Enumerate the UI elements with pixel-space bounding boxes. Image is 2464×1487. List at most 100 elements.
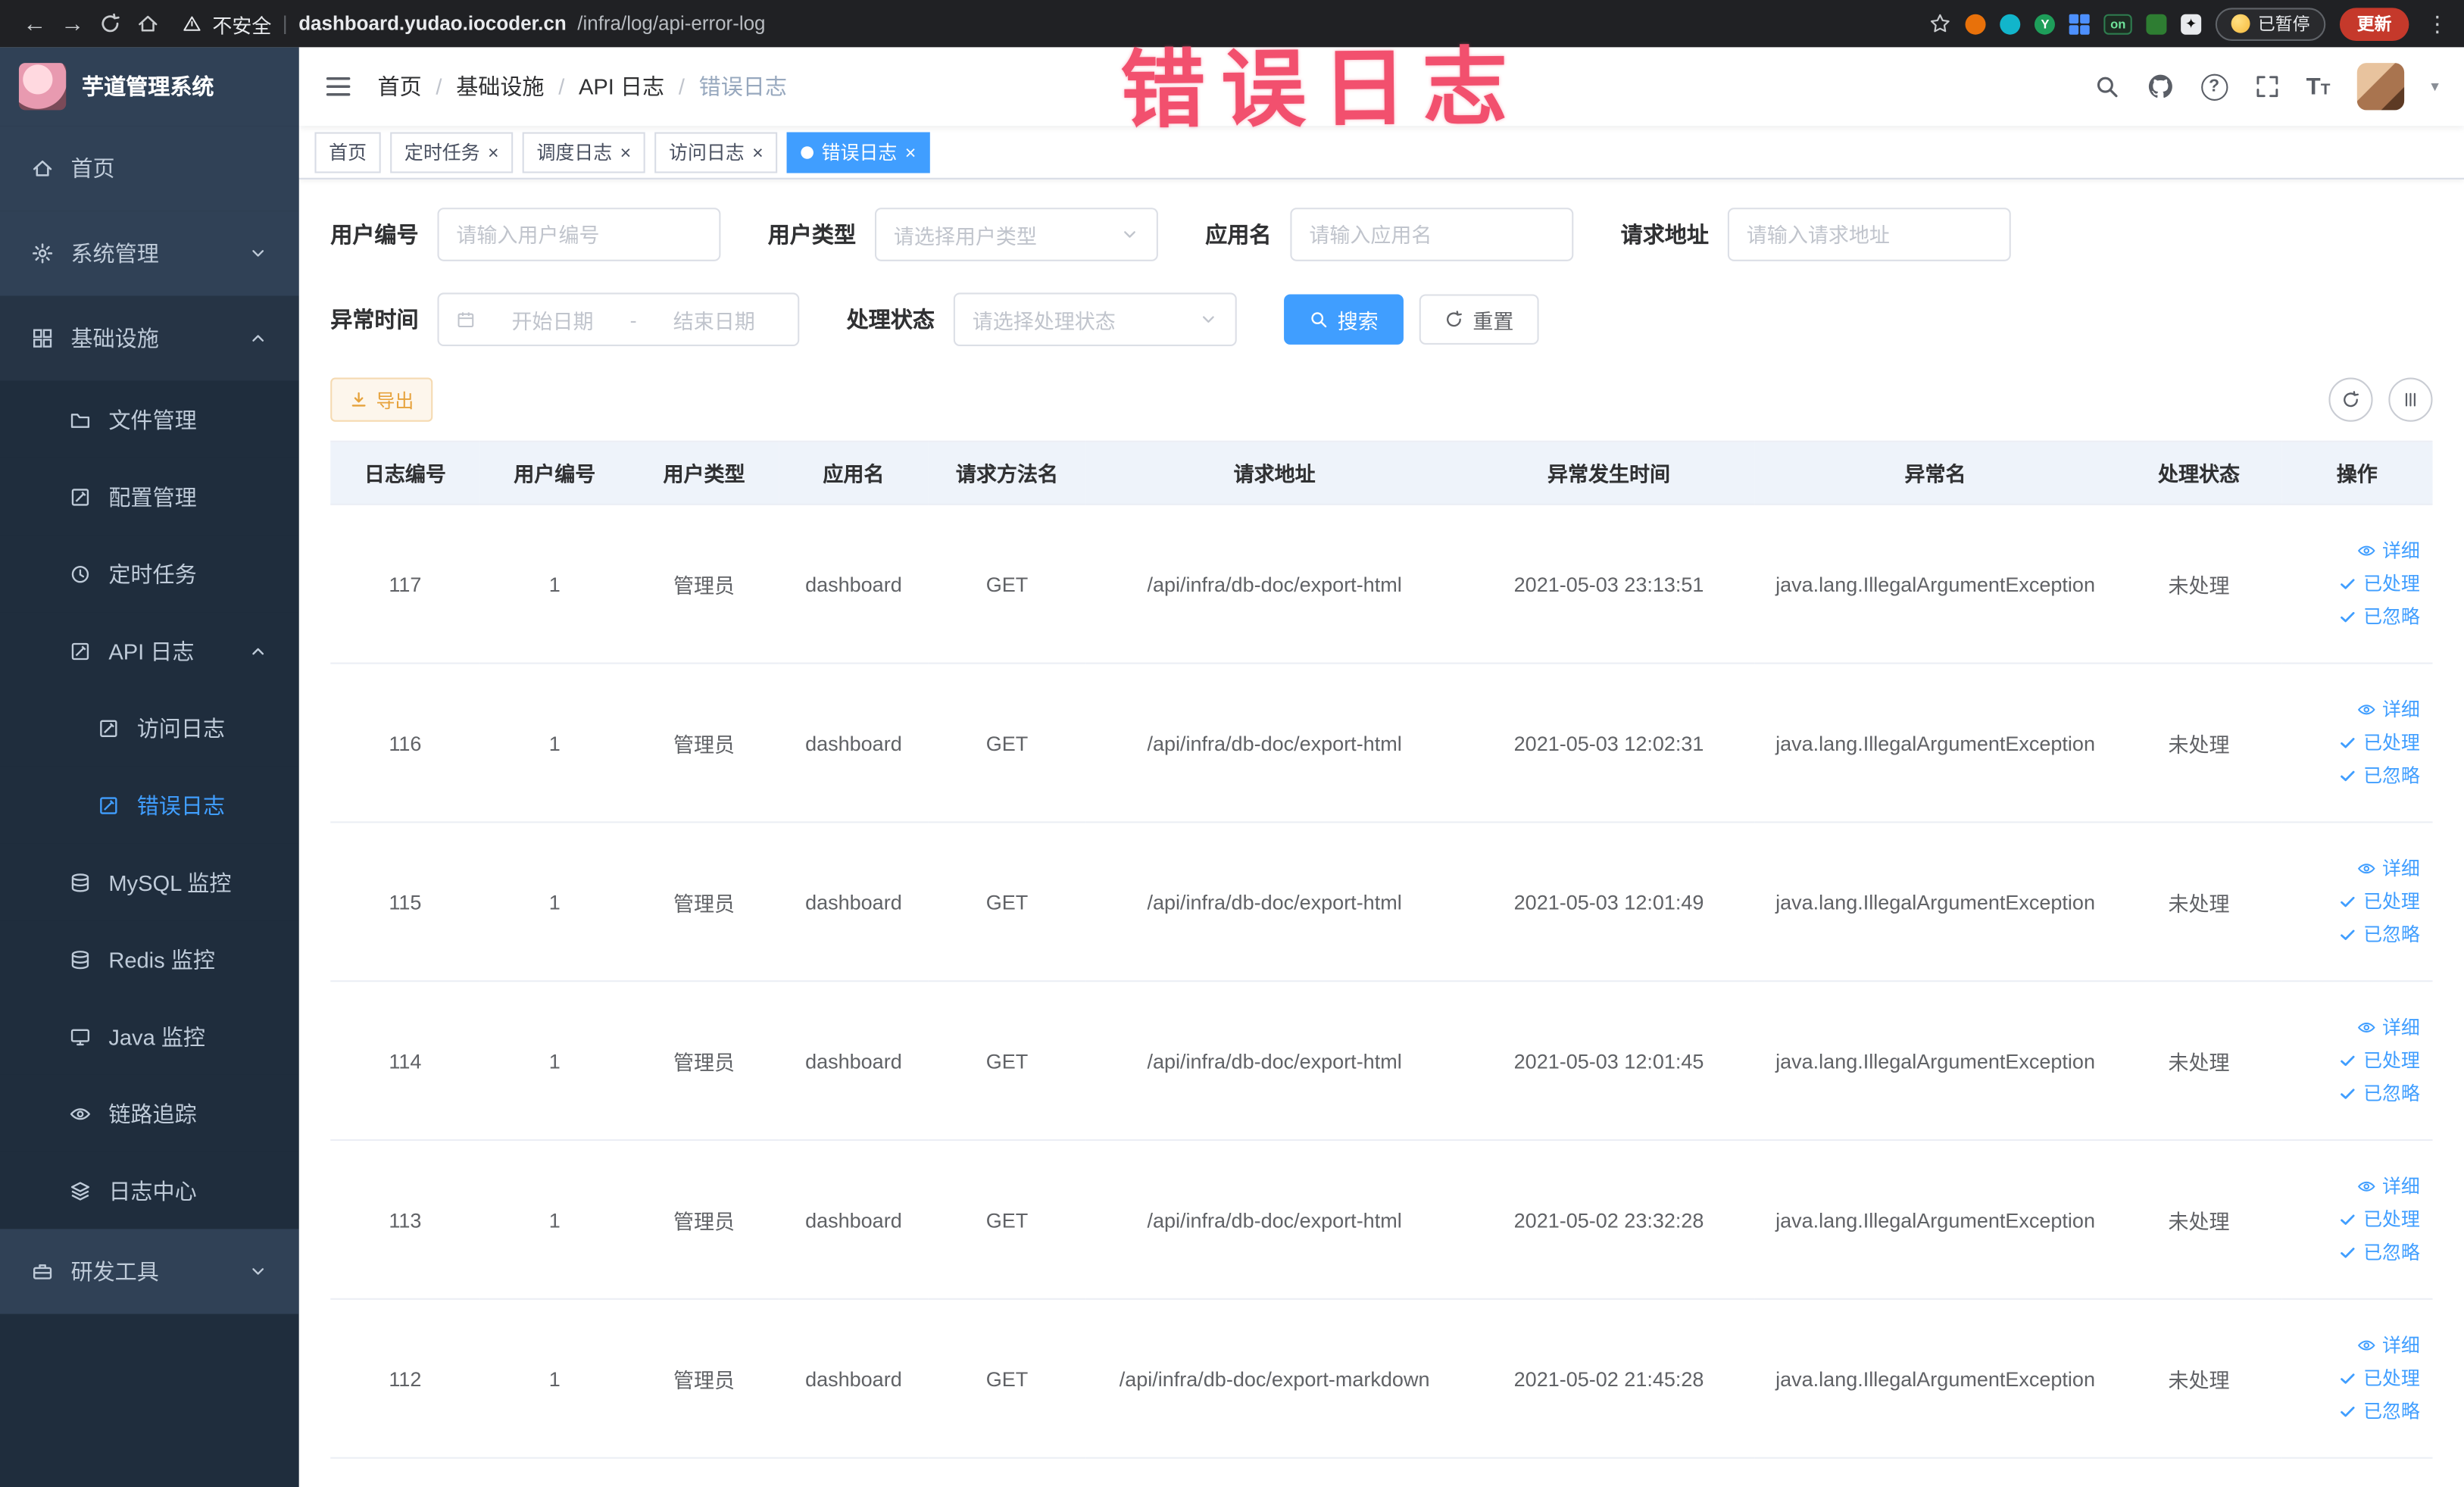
fullscreen-icon[interactable] bbox=[2254, 74, 2279, 99]
font-size-icon[interactable]: TT bbox=[2306, 75, 2331, 98]
check-icon bbox=[2338, 1051, 2357, 1070]
action-detail-link[interactable]: 详细 bbox=[2291, 693, 2420, 726]
app-name-input[interactable] bbox=[1309, 222, 1555, 247]
sidebar-item-mysql-monitor[interactable]: MySQL 监控 bbox=[0, 843, 299, 921]
tab-close-icon[interactable]: × bbox=[752, 142, 764, 161]
browser-toolbar: ← → 不安全 | dashboard.yudao.iocoder.cn/inf… bbox=[0, 0, 2464, 48]
breadcrumb-separator: / bbox=[558, 73, 565, 99]
breadcrumb-item[interactable]: API 日志 bbox=[579, 70, 664, 102]
active-tab-dot bbox=[801, 145, 814, 158]
action-ignored-link[interactable]: 已忽略 bbox=[2291, 1077, 2420, 1111]
breadcrumb-item[interactable]: 基础设施 bbox=[456, 70, 544, 102]
action-processed-link[interactable]: 已处理 bbox=[2291, 726, 2420, 760]
date-start-placeholder: 开始日期 bbox=[511, 309, 594, 333]
github-icon[interactable] bbox=[2146, 73, 2174, 101]
breadcrumb-item[interactable]: 首页 bbox=[378, 70, 422, 102]
user-type-select[interactable]: 请选择用户类型 bbox=[874, 208, 1158, 261]
export-button[interactable]: 导出 bbox=[330, 377, 433, 422]
check-icon bbox=[2338, 1210, 2357, 1229]
user-id-label: 用户编号 bbox=[330, 221, 419, 248]
browser-update-button[interactable]: 更新 bbox=[2339, 7, 2409, 40]
sidebar-item-config-management[interactable]: 配置管理 bbox=[0, 458, 299, 536]
sidebar-item-home[interactable]: 首页 bbox=[0, 126, 299, 211]
sidebar-item-log-center[interactable]: 日志中心 bbox=[0, 1151, 299, 1229]
process-status-select[interactable]: 请选择处理状态 bbox=[953, 292, 1237, 347]
extension-icon-teal[interactable] bbox=[2000, 13, 2021, 34]
extension-icon-tree[interactable] bbox=[2146, 13, 2167, 34]
tab-schedule-log[interactable]: 调度日志 × bbox=[522, 131, 645, 173]
app-logo[interactable]: 芋道管理系统 bbox=[0, 47, 299, 127]
action-detail-link[interactable]: 详细 bbox=[2291, 1011, 2420, 1045]
address-bar[interactable]: 不安全 | dashboard.yudao.iocoder.cn/infra/l… bbox=[183, 8, 766, 38]
reset-button[interactable]: 重置 bbox=[1419, 294, 1539, 345]
sidebar-toggle-button[interactable] bbox=[324, 73, 352, 101]
bookmark-star-icon[interactable] bbox=[1929, 13, 1951, 35]
sidebar-item-access-log[interactable]: 访问日志 bbox=[0, 689, 299, 767]
check-icon bbox=[2338, 892, 2357, 911]
screen: 错误日志 ← → 不安全 | dashboard.yudao.iocoder.c… bbox=[0, 0, 2464, 1487]
sidebar-item-redis-monitor[interactable]: Redis 监控 bbox=[0, 920, 299, 998]
column-settings-button[interactable] bbox=[2388, 377, 2433, 422]
extension-icon-green-y[interactable]: Y bbox=[2035, 13, 2056, 34]
help-icon[interactable]: ? bbox=[2200, 73, 2228, 100]
action-ignored-link[interactable]: 已忽略 bbox=[2291, 600, 2420, 633]
sidebar-item-file-management[interactable]: 文件管理 bbox=[0, 380, 299, 458]
sidebar-item-java-monitor[interactable]: Java 监控 bbox=[0, 998, 299, 1075]
sidebar-item-trace[interactable]: 链路追踪 bbox=[0, 1074, 299, 1152]
paused-badge[interactable]: 已暂停 bbox=[2215, 7, 2326, 40]
tab-error-log[interactable]: 错误日志 × bbox=[786, 131, 930, 173]
header-actions: ? TT ▾ bbox=[2094, 63, 2439, 111]
tab-close-icon[interactable]: × bbox=[488, 142, 499, 161]
browser-reload-button[interactable] bbox=[91, 5, 129, 42]
filter-user-type: 用户类型 请选择用户类型 bbox=[768, 208, 1158, 261]
cell-log-id: 117 bbox=[330, 504, 480, 664]
action-detail-link[interactable]: 详细 bbox=[2291, 1170, 2420, 1203]
sidebar-item-infrastructure[interactable]: 基础设施 bbox=[0, 295, 299, 381]
calendar-icon bbox=[456, 310, 475, 329]
extension-icon-orange[interactable] bbox=[1966, 13, 1987, 34]
action-processed-link[interactable]: 已处理 bbox=[2291, 1362, 2420, 1395]
tab-access-log[interactable]: 访问日志 × bbox=[654, 131, 778, 173]
eye-icon bbox=[2357, 1018, 2376, 1037]
sidebar-item-system-management[interactable]: 系统管理 bbox=[0, 211, 299, 296]
search-button[interactable]: 搜索 bbox=[1284, 294, 1404, 345]
avatar[interactable] bbox=[2356, 63, 2405, 111]
exception-time-label: 异常时间 bbox=[330, 307, 419, 333]
extension-on-badge[interactable]: on bbox=[2103, 13, 2132, 34]
tab-close-icon[interactable]: × bbox=[905, 142, 917, 161]
tab-close-icon[interactable]: × bbox=[620, 142, 632, 161]
action-processed-link[interactable]: 已处理 bbox=[2291, 1203, 2420, 1236]
browser-forward-button[interactable]: → bbox=[54, 5, 92, 42]
user-id-input[interactable] bbox=[456, 222, 702, 247]
action-detail-link[interactable]: 详细 bbox=[2291, 1329, 2420, 1362]
sidebar-item-dev-tools[interactable]: 研发工具 bbox=[0, 1229, 299, 1314]
action-ignored-link[interactable]: 已忽略 bbox=[2291, 1236, 2420, 1270]
tab-home[interactable]: 首页 bbox=[314, 131, 381, 173]
action-ignored-link[interactable]: 已忽略 bbox=[2291, 918, 2420, 951]
browser-menu-icon[interactable]: ⋮ bbox=[2426, 11, 2448, 37]
col-app-name: 应用名 bbox=[779, 440, 929, 505]
action-ignored-link[interactable]: 已忽略 bbox=[2291, 759, 2420, 792]
action-detail-link[interactable]: 详细 bbox=[2291, 534, 2420, 567]
action-processed-link[interactable]: 已处理 bbox=[2291, 567, 2420, 601]
browser-back-button[interactable]: ← bbox=[16, 5, 54, 42]
tab-scheduled-tasks[interactable]: 定时任务 × bbox=[390, 131, 514, 173]
avatar-caret-icon[interactable]: ▾ bbox=[2431, 78, 2438, 95]
request-url-input[interactable] bbox=[1746, 222, 1992, 247]
sidebar-item-scheduled-tasks[interactable]: 定时任务 bbox=[0, 535, 299, 613]
sidebar-item-error-log[interactable]: 错误日志 bbox=[0, 766, 299, 844]
extension-icon-pinwheel[interactable]: ✦ bbox=[2181, 13, 2202, 34]
action-ignored-link[interactable]: 已忽略 bbox=[2291, 1395, 2420, 1429]
date-range-picker[interactable]: 开始日期 - 结束日期 bbox=[437, 292, 800, 347]
extension-icon-blue-grid[interactable] bbox=[2069, 13, 2091, 34]
sidebar-item-api-log[interactable]: API 日志 bbox=[0, 612, 299, 689]
search-icon[interactable] bbox=[2094, 74, 2119, 99]
action-processed-link[interactable]: 已处理 bbox=[2291, 885, 2420, 918]
chevron-down-icon bbox=[1120, 225, 1139, 244]
col-method: 请求方法名 bbox=[928, 440, 1086, 505]
refresh-table-button[interactable] bbox=[2328, 377, 2373, 422]
action-detail-link[interactable]: 详细 bbox=[2291, 852, 2420, 886]
action-processed-link[interactable]: 已处理 bbox=[2291, 1044, 2420, 1077]
filter-app-name: 应用名 bbox=[1205, 208, 1574, 261]
browser-home-button[interactable] bbox=[129, 5, 167, 42]
